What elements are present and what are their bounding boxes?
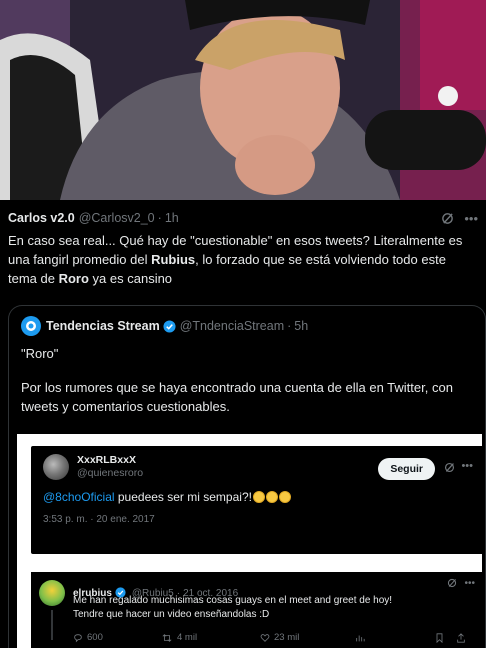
streamer-image [0,0,486,200]
separator: · [157,211,162,225]
reply-count: 600 [87,632,103,643]
share-icon [456,632,466,643]
avatar[interactable] [21,316,41,336]
quoted-time[interactable]: 5h [294,319,308,333]
more-icon: ••• [461,460,473,472]
smile-emoji-icon [278,491,291,503]
quoted-author-handle[interactable]: @TndenciaStream [180,319,284,333]
embedded-tweet-2: elrubius @Rubiu5 · 21 oct. 2016 ••• Me h… [31,572,485,648]
embedded-timestamp: 3:53 p. m. · 20 ene. 2017 [43,514,155,525]
smile-emoji-icon [252,491,265,503]
heart-icon [260,633,270,642]
quoted-header: Tendencias Stream @TndenciaStream · 5h [9,306,485,336]
quoted-author-name[interactable]: Tendencias Stream [46,319,160,333]
grok-icon [447,578,457,591]
author-name[interactable]: Carlos v2.0 [8,211,75,225]
like-action: 23 mil [260,632,345,643]
embedded-author-handle: @quienesroro [77,467,144,479]
avatar [43,454,69,480]
quoted-tweet[interactable]: Tendencias Stream @TndenciaStream · 5h "… [8,305,486,648]
thread-line [51,610,53,640]
avatar [39,580,65,606]
reply-action: 600 [73,632,133,643]
mention-link: @8choOficial [43,490,115,504]
more-icon: ••• [464,578,475,589]
grok-icon[interactable] [441,212,454,225]
embedded-text: Me han regalado muchisimas cosas guays e… [73,595,393,620]
bookmark-icon [435,632,444,643]
tweet-header: Carlos v2.0 @Carlosv2_0 · 1h ••• [8,208,478,228]
follow-button: Seguir [378,458,435,480]
quoted-text-line1: "Roro" [21,346,59,361]
separator: · [287,319,292,333]
like-count: 23 mil [274,632,300,643]
attached-image[interactable]: XxxRLBxxX @quienesroro Seguir ••• @8choO… [17,434,485,648]
retweet-count: 4 mil [177,632,198,643]
retweet-icon [162,633,172,642]
embedded-author-name: XxxRLBxxX [77,454,136,466]
views-icon [355,632,375,643]
embedded-text: @8choOficial puedees ser mi sempai?! [43,490,475,504]
tweet-text: En caso sea real... Qué hay de "cuestion… [8,233,463,286]
reply-icon [74,633,82,642]
more-icon[interactable]: ••• [464,211,478,226]
verified-badge-icon [163,319,176,333]
tweet[interactable]: Carlos v2.0 @Carlosv2_0 · 1h ••• En caso… [0,208,486,288]
retweet-action: 4 mil [161,632,246,643]
quoted-text-line2: Por los rumores que se haya encontrado u… [21,380,453,414]
video-frame [0,0,486,200]
smile-emoji-icon [265,491,278,503]
tweet-time[interactable]: 1h [165,211,179,225]
author-handle[interactable]: @Carlosv2_0 [79,211,155,225]
grok-icon [444,462,455,476]
embedded-tweet-1: XxxRLBxxX @quienesroro Seguir ••• @8choO… [31,446,485,554]
action-bar: 600 4 mil 23 mil [73,632,473,643]
